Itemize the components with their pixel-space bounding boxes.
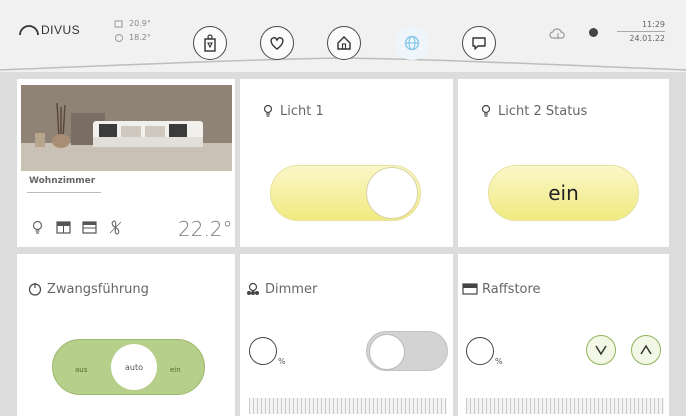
toggle-knob bbox=[369, 334, 405, 370]
dimmer-label: Dimmer bbox=[265, 281, 318, 297]
raffstore-label: Raffstore bbox=[482, 281, 541, 297]
tile-dimmer: Dimmer % bbox=[240, 254, 453, 416]
nav-globe-button[interactable] bbox=[395, 26, 429, 60]
light-bulb-icon bbox=[481, 104, 491, 117]
zwang-label: Zwangsführung bbox=[47, 281, 149, 297]
chat-icon bbox=[472, 37, 486, 50]
dimmer-toggle[interactable] bbox=[366, 331, 448, 371]
zwang-off-label[interactable]: aus bbox=[75, 366, 87, 374]
raffstore-up-button[interactable] bbox=[631, 335, 661, 365]
tile-licht-1: Licht 1 bbox=[240, 79, 453, 247]
tile-raffstore: Raffstore % bbox=[458, 254, 669, 416]
weather-widget: 20.9° 18.2° bbox=[114, 17, 151, 45]
toggle-knob bbox=[366, 167, 418, 219]
room-tile-wohnzimmer[interactable]: Wohnzimmer 22.2° bbox=[17, 79, 235, 247]
outdoor-temperature: 20.9° bbox=[129, 19, 151, 28]
room-temperature: 22.2° bbox=[178, 217, 233, 241]
heart-icon bbox=[270, 37, 284, 50]
top-bar: DIVUS 20.9° 18.2° 11:29 24.01.22 bbox=[0, 0, 686, 72]
chevron-up-icon bbox=[640, 344, 652, 355]
house-icon bbox=[337, 36, 351, 50]
room-name: Wohnzimmer bbox=[29, 176, 96, 186]
window-shade-icon[interactable] bbox=[81, 219, 98, 236]
licht-2-status-button[interactable]: ein bbox=[488, 165, 639, 221]
licht-2-status-value: ein bbox=[548, 181, 579, 205]
dimmer-icon bbox=[247, 282, 259, 295]
raffstore-down-button[interactable] bbox=[586, 335, 616, 365]
dimmer-title: Dimmer bbox=[245, 281, 317, 297]
chevron-down-icon bbox=[595, 345, 607, 356]
logo-text: DIVUS bbox=[41, 23, 81, 37]
licht-1-title: Licht 1 bbox=[260, 103, 324, 119]
indoor-temp-icon bbox=[115, 34, 123, 42]
globe-icon bbox=[404, 35, 420, 51]
raffstore-title: Raffstore bbox=[462, 281, 541, 297]
dimmer-value-ring bbox=[249, 337, 277, 365]
dimmer-slider[interactable] bbox=[249, 398, 447, 414]
nav-rooms-button[interactable] bbox=[193, 26, 227, 60]
light-bulb-icon[interactable] bbox=[29, 219, 46, 236]
raffstore-percent-unit: % bbox=[495, 357, 503, 366]
raffstore-value-ring bbox=[466, 337, 494, 365]
dimmer-percent-unit: % bbox=[278, 357, 286, 366]
person-door-icon bbox=[204, 34, 216, 52]
zwang-auto-knob[interactable]: auto bbox=[111, 344, 157, 390]
outdoor-temp-icon bbox=[114, 20, 123, 28]
connection-status-dot bbox=[589, 28, 598, 37]
zwang-on-label[interactable]: ein bbox=[170, 366, 181, 374]
room-image bbox=[21, 85, 232, 171]
zwang-3-state-switch[interactable]: aus auto ein bbox=[52, 339, 205, 395]
nav-home-button[interactable] bbox=[327, 26, 361, 60]
power-icon bbox=[28, 283, 42, 296]
fan-icon[interactable] bbox=[107, 219, 124, 236]
raffstore-slider[interactable] bbox=[466, 398, 664, 414]
blind-icon[interactable] bbox=[55, 219, 72, 236]
room-divider bbox=[27, 192, 101, 193]
cloud-icon[interactable] bbox=[548, 26, 568, 40]
tile-licht-2-status: Licht 2 Status ein bbox=[458, 79, 669, 247]
licht-2-title: Licht 2 Status bbox=[478, 103, 587, 119]
zwang-auto-label: auto bbox=[124, 362, 143, 372]
tile-zwangsfuehrung: Zwangsführung aus auto ein bbox=[17, 254, 235, 416]
clock-time: 11:29 bbox=[617, 20, 665, 32]
clock: 11:29 24.01.22 bbox=[617, 20, 665, 43]
licht-2-label: Licht 2 Status bbox=[498, 103, 588, 119]
licht-1-label: Licht 1 bbox=[280, 103, 324, 119]
light-bulb-icon bbox=[263, 104, 273, 117]
divus-logo: DIVUS bbox=[18, 23, 80, 37]
clock-date: 24.01.22 bbox=[629, 34, 665, 43]
room-icon-bar bbox=[29, 219, 124, 236]
nav-messages-button[interactable] bbox=[462, 26, 496, 60]
blind-icon bbox=[462, 283, 478, 295]
zwang-title: Zwangsführung bbox=[27, 281, 149, 297]
licht-1-toggle[interactable] bbox=[270, 165, 421, 221]
logo-arc-icon bbox=[19, 25, 39, 36]
nav-favorites-button[interactable] bbox=[260, 26, 294, 60]
indoor-temperature: 18.2° bbox=[129, 33, 151, 42]
